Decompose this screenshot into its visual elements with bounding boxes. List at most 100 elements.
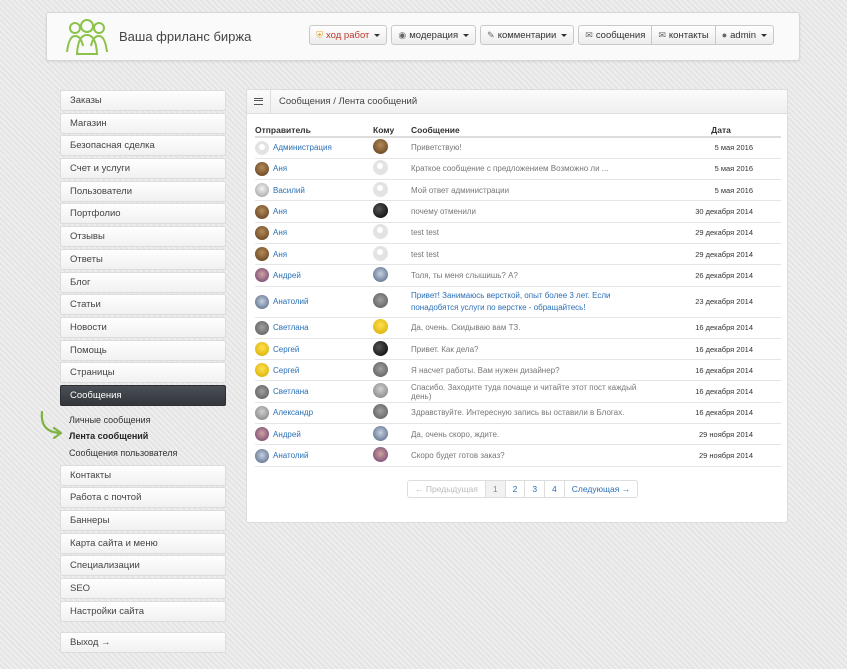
nav-user-button[interactable]: ● admin: [715, 25, 774, 45]
avatar[interactable]: [373, 447, 388, 462]
nav-messages-button[interactable]: ✉ сообщения: [578, 25, 653, 45]
avatar[interactable]: [373, 245, 388, 261]
pagination-next[interactable]: Следующая →: [564, 480, 639, 498]
avatar[interactable]: [255, 247, 269, 262]
menu-icon[interactable]: [247, 89, 271, 114]
message-text[interactable]: Здравствуйте. Интересную запись вы остав…: [411, 402, 661, 425]
avatar[interactable]: [373, 139, 388, 155]
pagination-page[interactable]: 4: [545, 480, 565, 498]
avatar[interactable]: [373, 203, 388, 219]
sidebar-item-messages[interactable]: Сообщения: [60, 384, 226, 406]
sidebar-item[interactable]: Счет и услуги: [60, 158, 226, 180]
message-text[interactable]: Краткое сообщение с предложением Возможн…: [411, 158, 661, 181]
avatar[interactable]: [373, 383, 388, 399]
sidebar-item[interactable]: Карта сайта и меню: [60, 532, 226, 554]
sidebar-item[interactable]: SEO: [60, 578, 226, 600]
message-text[interactable]: Скоро будет готов заказ?: [411, 444, 661, 467]
avatar[interactable]: [255, 204, 269, 219]
sidebar-item[interactable]: Страницы: [60, 362, 226, 384]
avatar[interactable]: [255, 342, 269, 357]
message-text[interactable]: Толя, ты меня слышишь? А?: [411, 264, 661, 287]
avatar[interactable]: [255, 363, 269, 378]
sidebar-subitem-personal-messages[interactable]: Личные сообщения: [69, 412, 226, 429]
sender-link[interactable]: Аня: [273, 164, 287, 173]
message-text[interactable]: Привет. Как дела?: [411, 338, 661, 361]
avatar[interactable]: [373, 361, 388, 377]
message-text[interactable]: Мой ответ администрации: [411, 179, 661, 202]
sidebar-item[interactable]: Портфолио: [60, 203, 226, 225]
avatar[interactable]: [373, 160, 388, 176]
sidebar-item[interactable]: Работа с почтой: [60, 487, 226, 509]
avatar[interactable]: [255, 183, 269, 198]
message-text[interactable]: Я насчет работы. Вам нужен дизайнер?: [411, 359, 661, 382]
sidebar-item[interactable]: Блог: [60, 271, 226, 293]
sender-link[interactable]: Аня: [273, 250, 287, 259]
sender-link[interactable]: Андрей: [273, 430, 301, 439]
sidebar-item[interactable]: Безопасная сделка: [60, 135, 226, 157]
sender-link[interactable]: Сергей: [273, 345, 299, 354]
nav-progress-button[interactable]: ⛨ ход работ: [309, 25, 388, 45]
sidebar-item[interactable]: Новости: [60, 316, 226, 338]
sidebar-item[interactable]: Помощь: [60, 339, 226, 361]
sender-link[interactable]: Сергей: [273, 366, 299, 375]
sender-link[interactable]: Анатолий: [273, 451, 308, 460]
avatar[interactable]: [255, 405, 269, 420]
avatar[interactable]: [255, 294, 269, 309]
avatar[interactable]: [373, 340, 388, 356]
message-text[interactable]: Да, очень скоро, ждите.: [411, 423, 661, 446]
avatar[interactable]: [255, 140, 269, 155]
sender-link[interactable]: Анатолий: [273, 297, 308, 306]
avatar[interactable]: [255, 427, 269, 442]
sender-link[interactable]: Светлана: [273, 323, 309, 332]
sidebar-subitem-message-feed[interactable]: Лента сообщений: [69, 428, 226, 445]
avatar[interactable]: [373, 425, 388, 441]
sender-link[interactable]: Администрация: [273, 143, 332, 152]
sender-link[interactable]: Аня: [273, 207, 287, 216]
sidebar-item[interactable]: Настройки сайта: [60, 600, 226, 622]
avatar[interactable]: [255, 320, 269, 335]
avatar[interactable]: [255, 161, 269, 176]
sidebar-item[interactable]: Магазин: [60, 112, 226, 134]
sender-link[interactable]: Александр: [273, 408, 313, 417]
sidebar-item[interactable]: Пользователи: [60, 180, 226, 202]
sender-link[interactable]: Аня: [273, 228, 287, 237]
sender-link[interactable]: Василий: [273, 186, 305, 195]
avatar[interactable]: [373, 319, 388, 335]
sidebar-item[interactable]: Отзывы: [60, 226, 226, 248]
nav-contacts-button[interactable]: ✉ контакты: [652, 25, 716, 45]
message-text[interactable]: Привет! Занимаюсь версткой, опыт более 3…: [411, 286, 661, 318]
avatar[interactable]: [255, 225, 269, 240]
message-text[interactable]: почему отменили: [411, 200, 661, 223]
logout-button[interactable]: Выход →: [60, 632, 226, 653]
message-text[interactable]: test test: [411, 243, 661, 266]
avatar[interactable]: [373, 266, 388, 282]
nav-comments-button[interactable]: ✎ комментарии: [480, 25, 575, 45]
avatar[interactable]: [255, 448, 269, 463]
avatar[interactable]: [255, 268, 269, 283]
message-text[interactable]: test test: [411, 222, 661, 244]
nav-moderation-button[interactable]: ◉ модерация: [391, 25, 477, 45]
site-title[interactable]: Ваша фриланс биржа: [119, 29, 251, 44]
pagination-page[interactable]: 3: [525, 480, 546, 498]
sidebar-item[interactable]: Контакты: [60, 464, 226, 486]
avatar[interactable]: [255, 384, 269, 399]
sender-link[interactable]: Андрей: [273, 271, 301, 280]
avatar[interactable]: [373, 224, 388, 240]
message-date: 16 декабря 2014: [661, 359, 781, 382]
message-text[interactable]: Приветствую!: [411, 137, 661, 159]
pagination-page[interactable]: 2: [505, 480, 526, 498]
sidebar-item[interactable]: Специализации: [60, 555, 226, 577]
avatar[interactable]: [373, 181, 388, 197]
sidebar-subitem-user-messages[interactable]: Сообщения пользователя: [69, 445, 226, 462]
pagination-page[interactable]: 1: [485, 480, 506, 498]
sidebar-item[interactable]: Ответы: [60, 248, 226, 270]
sidebar-item[interactable]: Баннеры: [60, 510, 226, 532]
sidebar-item[interactable]: Заказы: [60, 90, 226, 111]
sender-link[interactable]: Светлана: [273, 387, 309, 396]
logo-icon[interactable]: [63, 18, 111, 56]
avatar[interactable]: [373, 293, 388, 309]
message-text[interactable]: Да, очень. Скидываю вам ТЗ.: [411, 317, 661, 339]
sidebar-item[interactable]: Статьи: [60, 294, 226, 316]
message-text[interactable]: Спасибо. Заходите туда почаще и читайте …: [411, 380, 661, 403]
avatar[interactable]: [373, 404, 388, 420]
